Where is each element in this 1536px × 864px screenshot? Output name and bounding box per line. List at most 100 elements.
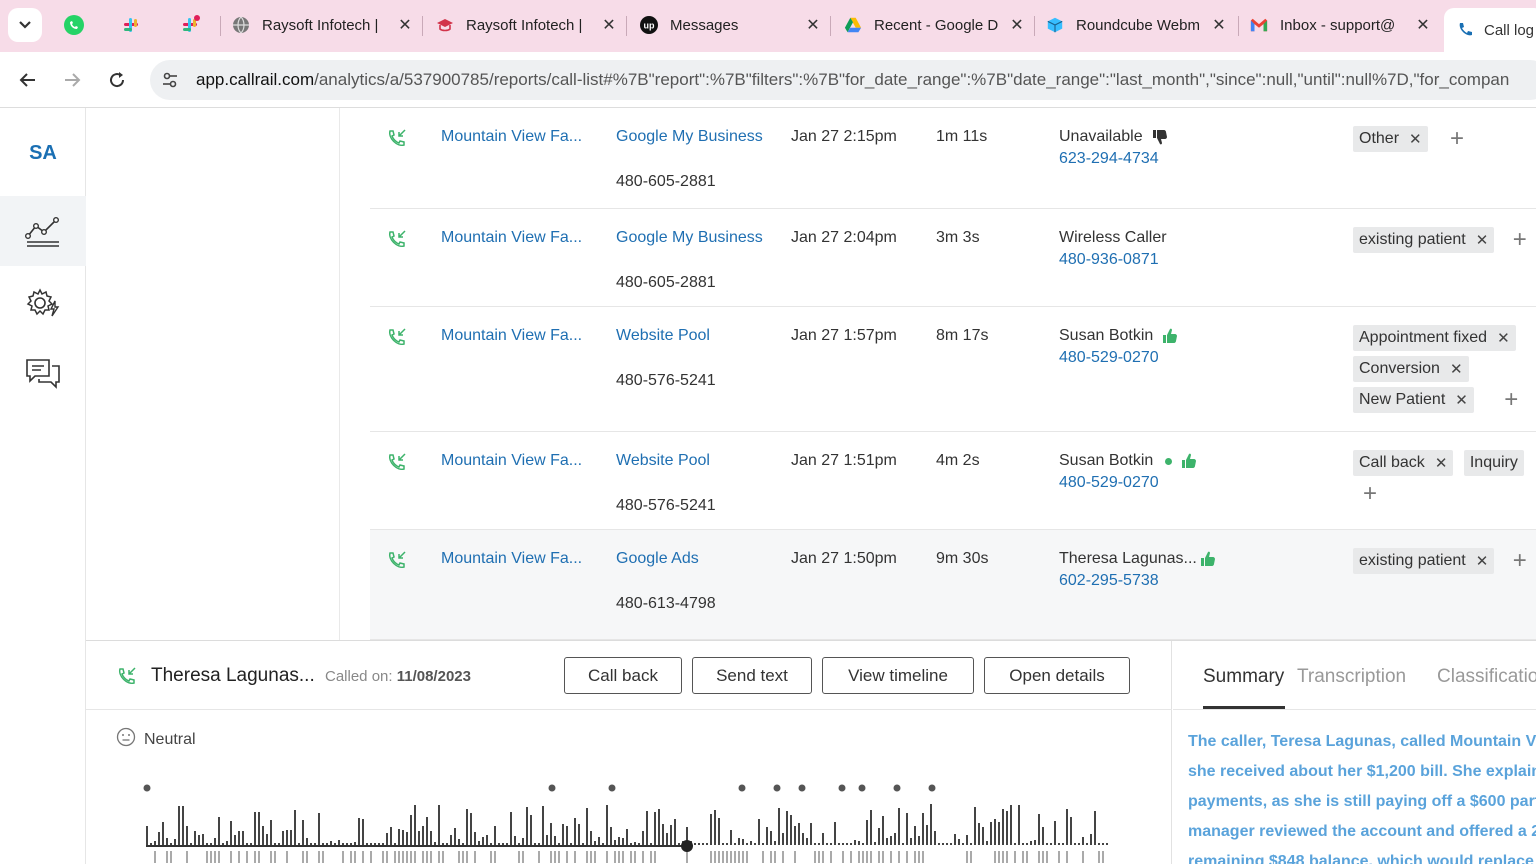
waveform-bar	[998, 822, 1000, 845]
waveform-bar	[274, 843, 276, 845]
caller-phone-link[interactable]: 480-529-0270	[1059, 349, 1159, 367]
sidebar-item-automation[interactable]	[0, 268, 86, 338]
waveform-bar	[646, 811, 648, 845]
thumbs-up-icon[interactable]	[1180, 452, 1198, 470]
arrow-left-icon	[19, 73, 35, 87]
caller-phone-link[interactable]: 623-294-4734	[1059, 150, 1159, 168]
waveform-bar	[890, 836, 892, 845]
remove-tag-icon[interactable]: ✕	[1455, 391, 1468, 409]
reload-button[interactable]	[101, 64, 133, 96]
waveform-bar-lower	[270, 851, 272, 863]
waveform-bar	[306, 838, 308, 845]
browser-tab[interactable]: up Messages ✕	[640, 10, 822, 40]
add-tag-icon[interactable]: +	[1363, 481, 1377, 507]
close-tab-icon[interactable]: ✕	[600, 15, 618, 35]
waveform-bar-lower	[774, 851, 776, 863]
table-row[interactable]: Mountain View Fa... Google Ads 480-613-4…	[370, 530, 1536, 640]
thumbs-down-icon[interactable]	[1151, 128, 1169, 146]
add-tag-icon[interactable]: +	[1513, 227, 1527, 253]
browser-tab[interactable]: Raysoft Infotech | ✕	[232, 10, 414, 40]
waveform-bar	[930, 804, 932, 845]
company-link[interactable]: Mountain View Fa...	[441, 452, 589, 470]
close-tab-icon[interactable]: ✕	[1210, 15, 1228, 35]
close-tab-icon[interactable]: ✕	[1414, 15, 1432, 35]
site-settings-icon[interactable]	[154, 64, 186, 96]
pinned-tab-slack-2[interactable]	[175, 10, 205, 40]
remove-tag-icon[interactable]: ✕	[1435, 454, 1448, 472]
add-tag-icon[interactable]: +	[1450, 126, 1464, 152]
back-button[interactable]	[12, 64, 44, 96]
sidebar-item-conversations[interactable]	[0, 338, 86, 408]
company-link[interactable]: Mountain View Fa...	[441, 327, 589, 345]
source-link[interactable]: Google My Business	[616, 229, 763, 247]
speaker-marker	[838, 784, 846, 792]
browser-tab[interactable]: Roundcube Webm ✕	[1046, 10, 1228, 40]
waveform-bar	[882, 816, 884, 845]
caller-phone-link[interactable]: 480-529-0270	[1059, 474, 1159, 492]
waveform-bar	[638, 843, 640, 845]
pinned-tab-slack[interactable]	[116, 10, 146, 40]
tab-search-button[interactable]	[8, 8, 42, 42]
waveform-bar	[1022, 843, 1024, 845]
browser-toolbar: app.callrail.com/analytics/a/537900785/r…	[0, 52, 1536, 108]
browser-tab[interactable]: Recent - Google D ✕	[844, 10, 1026, 40]
waveform-bar-lower	[782, 851, 784, 863]
company-link[interactable]: Mountain View Fa...	[441, 229, 589, 247]
waveform-bar-lower	[1042, 851, 1044, 863]
table-row[interactable]: Mountain View Fa... Website Pool 480-576…	[370, 432, 1536, 530]
view-timeline-button[interactable]: View timeline	[822, 657, 974, 694]
table-row[interactable]: Mountain View Fa... Google My Business 4…	[370, 108, 1536, 209]
forward-button[interactable]	[56, 64, 88, 96]
waveform-bar	[258, 812, 260, 845]
waveform-bar	[910, 838, 912, 845]
close-tab-icon[interactable]: ✕	[1008, 15, 1026, 35]
remove-tag-icon[interactable]: ✕	[1409, 130, 1422, 148]
tag-list: existing patient ✕ +	[1353, 227, 1536, 258]
waveform-bar	[166, 838, 168, 845]
add-tag-icon[interactable]: +	[1513, 548, 1527, 574]
call-back-button[interactable]: Call back	[564, 657, 682, 694]
table-row[interactable]: Mountain View Fa... Website Pool 480-576…	[370, 307, 1536, 432]
tab-classification[interactable]: Classification	[1437, 666, 1536, 688]
waveform-bar	[266, 834, 268, 845]
table-row[interactable]: Mountain View Fa... Google My Business 4…	[370, 209, 1536, 307]
waveform-bar	[286, 830, 288, 845]
remove-tag-icon[interactable]: ✕	[1476, 231, 1489, 249]
tab-transcription[interactable]: Transcription	[1297, 666, 1406, 688]
call-audio-waveform[interactable]	[142, 779, 1112, 864]
remove-tag-icon[interactable]: ✕	[1497, 329, 1510, 347]
speaker-marker	[143, 784, 151, 792]
close-tab-icon[interactable]: ✕	[396, 15, 414, 35]
open-details-button[interactable]: Open details	[984, 657, 1130, 694]
caller-phone-link[interactable]: 480-936-0871	[1059, 251, 1159, 269]
source-link[interactable]: Website Pool	[616, 452, 710, 470]
waveform-bar	[626, 829, 628, 845]
remove-tag-icon[interactable]: ✕	[1450, 360, 1463, 378]
close-tab-icon[interactable]: ✕	[804, 15, 822, 35]
source-link[interactable]: Website Pool	[616, 327, 710, 345]
remove-tag-icon[interactable]: ✕	[1476, 552, 1489, 570]
add-tag-icon[interactable]: +	[1504, 387, 1518, 413]
browser-tab[interactable]: Inbox - support@ ✕	[1250, 10, 1432, 40]
waveform-bar	[358, 818, 360, 845]
caller-phone-link[interactable]: 602-295-5738	[1059, 572, 1159, 590]
tab-summary[interactable]: Summary	[1203, 666, 1284, 688]
account-initials[interactable]: SA	[0, 142, 86, 165]
address-bar[interactable]: app.callrail.com/analytics/a/537900785/r…	[150, 60, 1536, 100]
waveform-bar	[218, 817, 220, 845]
waveform-bar	[1082, 837, 1084, 845]
send-text-button[interactable]: Send text	[692, 657, 812, 694]
waveform-bar	[990, 822, 992, 845]
sidebar-item-analytics[interactable]	[0, 196, 86, 266]
company-link[interactable]: Mountain View Fa...	[441, 128, 589, 146]
tag: Conversion ✕	[1353, 356, 1469, 382]
thumbs-up-icon[interactable]	[1161, 327, 1179, 345]
waveform-bar	[962, 843, 964, 845]
browser-tab[interactable]: Raysoft Infotech | ✕	[436, 10, 618, 40]
thumbs-up-icon[interactable]	[1199, 550, 1217, 568]
source-link[interactable]: Google Ads	[616, 550, 699, 568]
browser-tab-active[interactable]: Call log	[1444, 8, 1536, 52]
company-link[interactable]: Mountain View Fa...	[441, 550, 589, 568]
pinned-tab-whatsapp[interactable]	[59, 10, 89, 40]
source-link[interactable]: Google My Business	[616, 128, 763, 146]
